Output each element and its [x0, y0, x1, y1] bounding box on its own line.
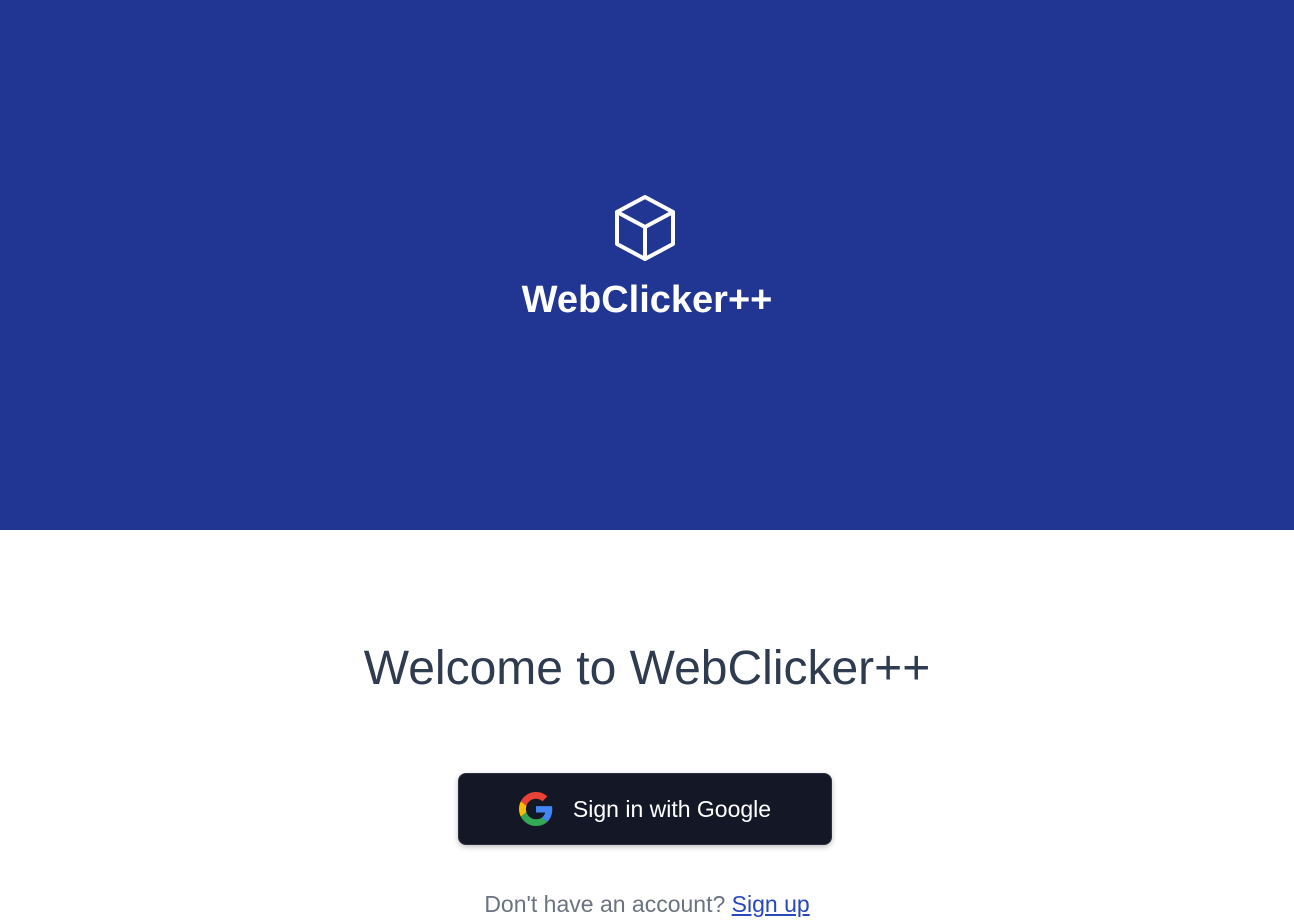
- brand-name: WebClicker++: [521, 279, 773, 321]
- google-sign-in-label: Sign in with Google: [572, 796, 772, 822]
- signup-link[interactable]: Sign up: [732, 891, 810, 917]
- hero-banner: WebClicker++: [0, 0, 1294, 530]
- google-icon: [518, 792, 553, 826]
- signup-prompt: Don't have an account?: [484, 891, 726, 917]
- google-sign-in-button[interactable]: Sign in with Google: [458, 773, 832, 845]
- signup-row: Don't have an account? Sign up: [0, 889, 1294, 919]
- cube-icon: [615, 195, 675, 261]
- welcome-title: Welcome to WebClicker++: [363, 642, 931, 695]
